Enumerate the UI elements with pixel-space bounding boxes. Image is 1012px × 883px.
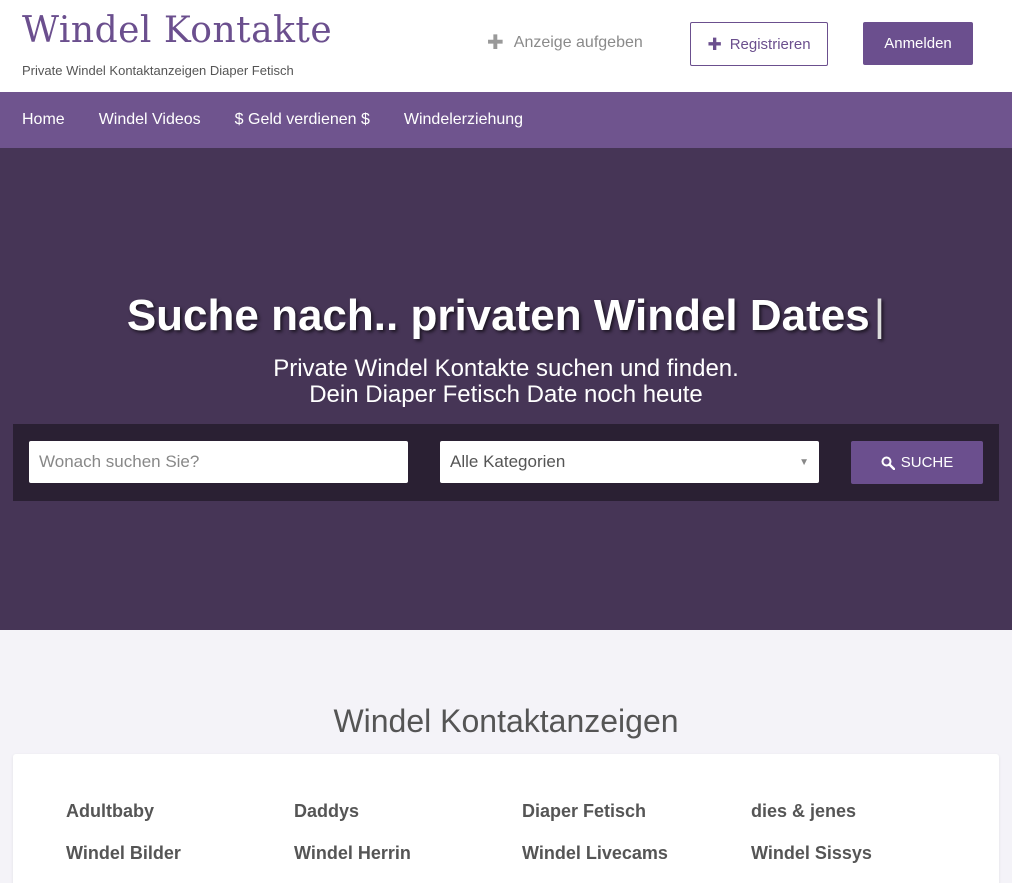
register-button[interactable]: ✚ Registrieren (690, 22, 828, 66)
nav-item-windelerziehung[interactable]: Windelerziehung (404, 111, 523, 129)
site-header: Windel Kontakte Private Windel Kontaktan… (0, 0, 1012, 92)
category-link-windel-livecams[interactable]: Windel Livecams (522, 842, 751, 864)
category-link-windel-bilder[interactable]: Windel Bilder (66, 842, 294, 864)
category-link-windel-herrin[interactable]: Windel Herrin (294, 842, 522, 864)
register-label: Registrieren (729, 35, 811, 53)
hero-subtitle-line2: Dein Diaper Fetisch Date noch heute (309, 381, 703, 408)
category-link-windel-sissys[interactable]: Windel Sissys (751, 842, 979, 864)
nav-item-windel-videos[interactable]: Windel Videos (99, 111, 201, 129)
hero-section: Suche nach.. privaten Windel Dates| Priv… (0, 148, 1012, 630)
hero-title-text: Suche nach.. privaten Windel Dates (126, 291, 870, 340)
hero-subtitle: Private Windel Kontakte suchen und finde… (0, 356, 1012, 408)
plus-icon: ✚ (487, 32, 504, 54)
main-nav: Home Windel Videos $ Geld verdienen $ Wi… (0, 92, 1012, 148)
nav-item-home[interactable]: Home (22, 111, 65, 129)
login-button[interactable]: Anmelden (863, 22, 973, 65)
category-panel: Adultbaby Daddys Diaper Fetisch dies & j… (13, 754, 999, 883)
nav-item-geld-verdienen[interactable]: $ Geld verdienen $ (235, 111, 370, 129)
hero-subtitle-line1: Private Windel Kontakte suchen und finde… (273, 355, 739, 382)
typing-caret: | (873, 291, 886, 340)
search-bar: Alle Kategorien ▼ SUCHE (13, 424, 999, 501)
category-select[interactable]: Alle Kategorien ▼ (440, 441, 819, 483)
plus-icon: ✚ (707, 34, 722, 54)
chevron-down-icon: ▼ (799, 456, 809, 468)
listings-title: Windel Kontaktanzeigen (333, 703, 679, 739)
site-subtitle: Private Windel Kontaktanzeigen Diaper Fe… (22, 63, 294, 78)
site-title[interactable]: Windel Kontakte (22, 10, 332, 51)
category-link-dies-jenes[interactable]: dies & jenes (751, 800, 979, 822)
search-icon (881, 456, 895, 470)
category-link-diaper-fetisch[interactable]: Diaper Fetisch (522, 800, 751, 822)
search-button[interactable]: SUCHE (851, 441, 983, 484)
post-ad-link[interactable]: ✚ Anzeige aufgeben (487, 33, 643, 53)
category-select-value: Alle Kategorien (450, 452, 566, 471)
category-link-daddys[interactable]: Daddys (294, 800, 522, 822)
category-link-adultbaby[interactable]: Adultbaby (66, 800, 294, 822)
post-ad-label: Anzeige aufgeben (513, 34, 643, 51)
category-grid: Adultbaby Daddys Diaper Fetisch dies & j… (66, 800, 979, 864)
search-input[interactable] (29, 441, 408, 483)
hero-title: Suche nach.. privaten Windel Dates| (0, 291, 1012, 341)
login-label: Anmelden (884, 35, 952, 52)
search-button-label: SUCHE (900, 454, 954, 471)
